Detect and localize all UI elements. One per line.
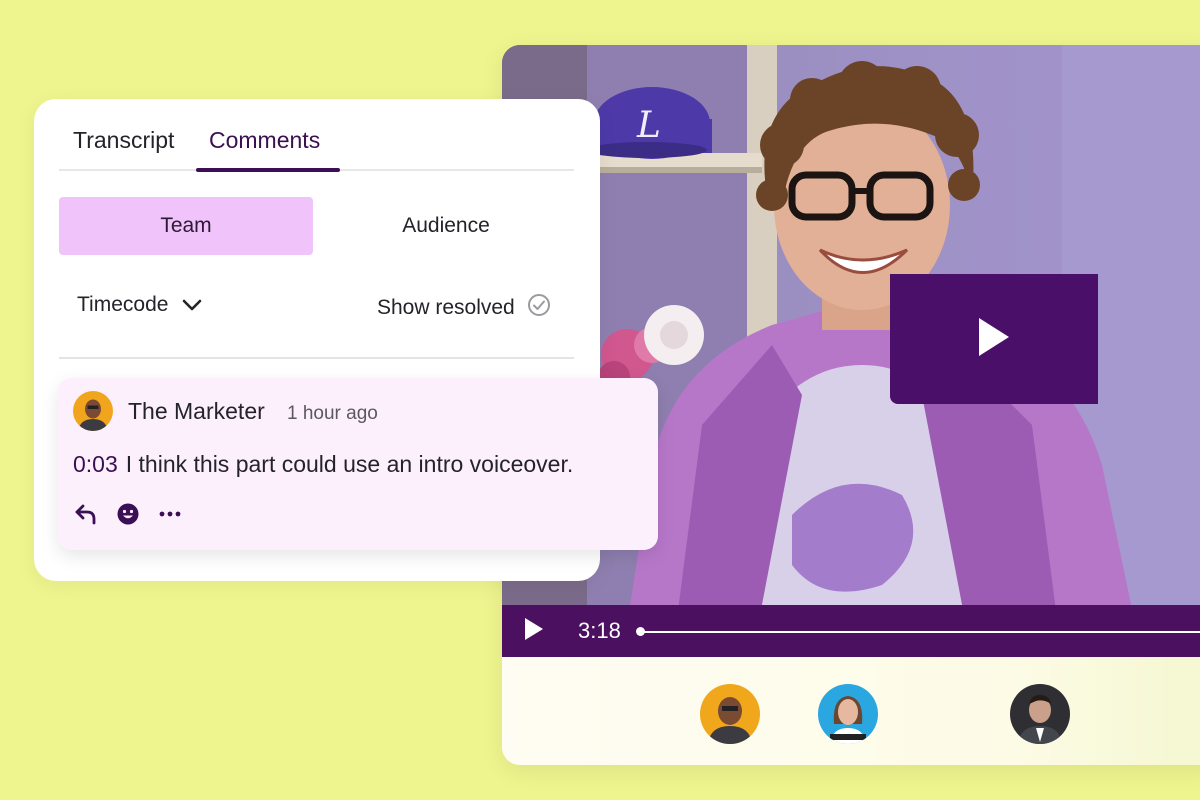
emoji-icon[interactable]	[116, 502, 140, 526]
controls-play-button[interactable]	[502, 605, 566, 657]
segment-audience-button[interactable]: Audience	[319, 197, 573, 255]
participants-row	[502, 657, 1200, 765]
check-circle-icon	[527, 293, 551, 323]
comment-card[interactable]: The Marketer 1 hour ago 0:03 I think this…	[58, 378, 658, 550]
svg-text:L: L	[636, 105, 661, 146]
avatar[interactable]	[700, 684, 760, 744]
chevron-down-icon	[182, 293, 202, 317]
avatar[interactable]	[818, 684, 878, 744]
reply-icon[interactable]	[74, 502, 98, 526]
tab-transcript[interactable]: Transcript	[73, 127, 174, 154]
avatar[interactable]	[1010, 684, 1070, 744]
comment-time-ago: 1 hour ago	[287, 403, 378, 424]
divider	[59, 357, 574, 359]
more-icon[interactable]	[158, 502, 182, 526]
video-player[interactable]: L 3:18	[502, 45, 1200, 657]
comment-actions	[74, 502, 182, 526]
play-icon	[977, 316, 1011, 363]
tab-comments[interactable]: Comments	[209, 127, 320, 154]
current-time: 3:18	[578, 618, 621, 643]
play-icon	[524, 617, 544, 646]
segment-team-button[interactable]: Team	[59, 197, 313, 255]
timecode-sort-dropdown[interactable]: Timecode	[77, 293, 202, 317]
comment-text: I think this part could use an intro voi…	[125, 451, 574, 477]
comment-body: 0:03 I think this part could use an intro…	[73, 451, 573, 478]
avatar	[73, 391, 113, 431]
panel-tabs: Transcript Comments	[59, 127, 574, 172]
video-play-overlay-button[interactable]	[890, 274, 1098, 404]
progress-track[interactable]	[644, 631, 1200, 633]
active-tab-indicator	[196, 168, 340, 172]
show-resolved-toggle[interactable]: Show resolved	[377, 293, 551, 323]
show-resolved-label: Show resolved	[377, 296, 515, 319]
comment-author: The Marketer	[128, 398, 265, 424]
comment-timecode-link[interactable]: 0:03	[73, 451, 118, 477]
timecode-label: Timecode	[77, 293, 169, 316]
video-controls-bar: 3:18	[502, 605, 1200, 657]
